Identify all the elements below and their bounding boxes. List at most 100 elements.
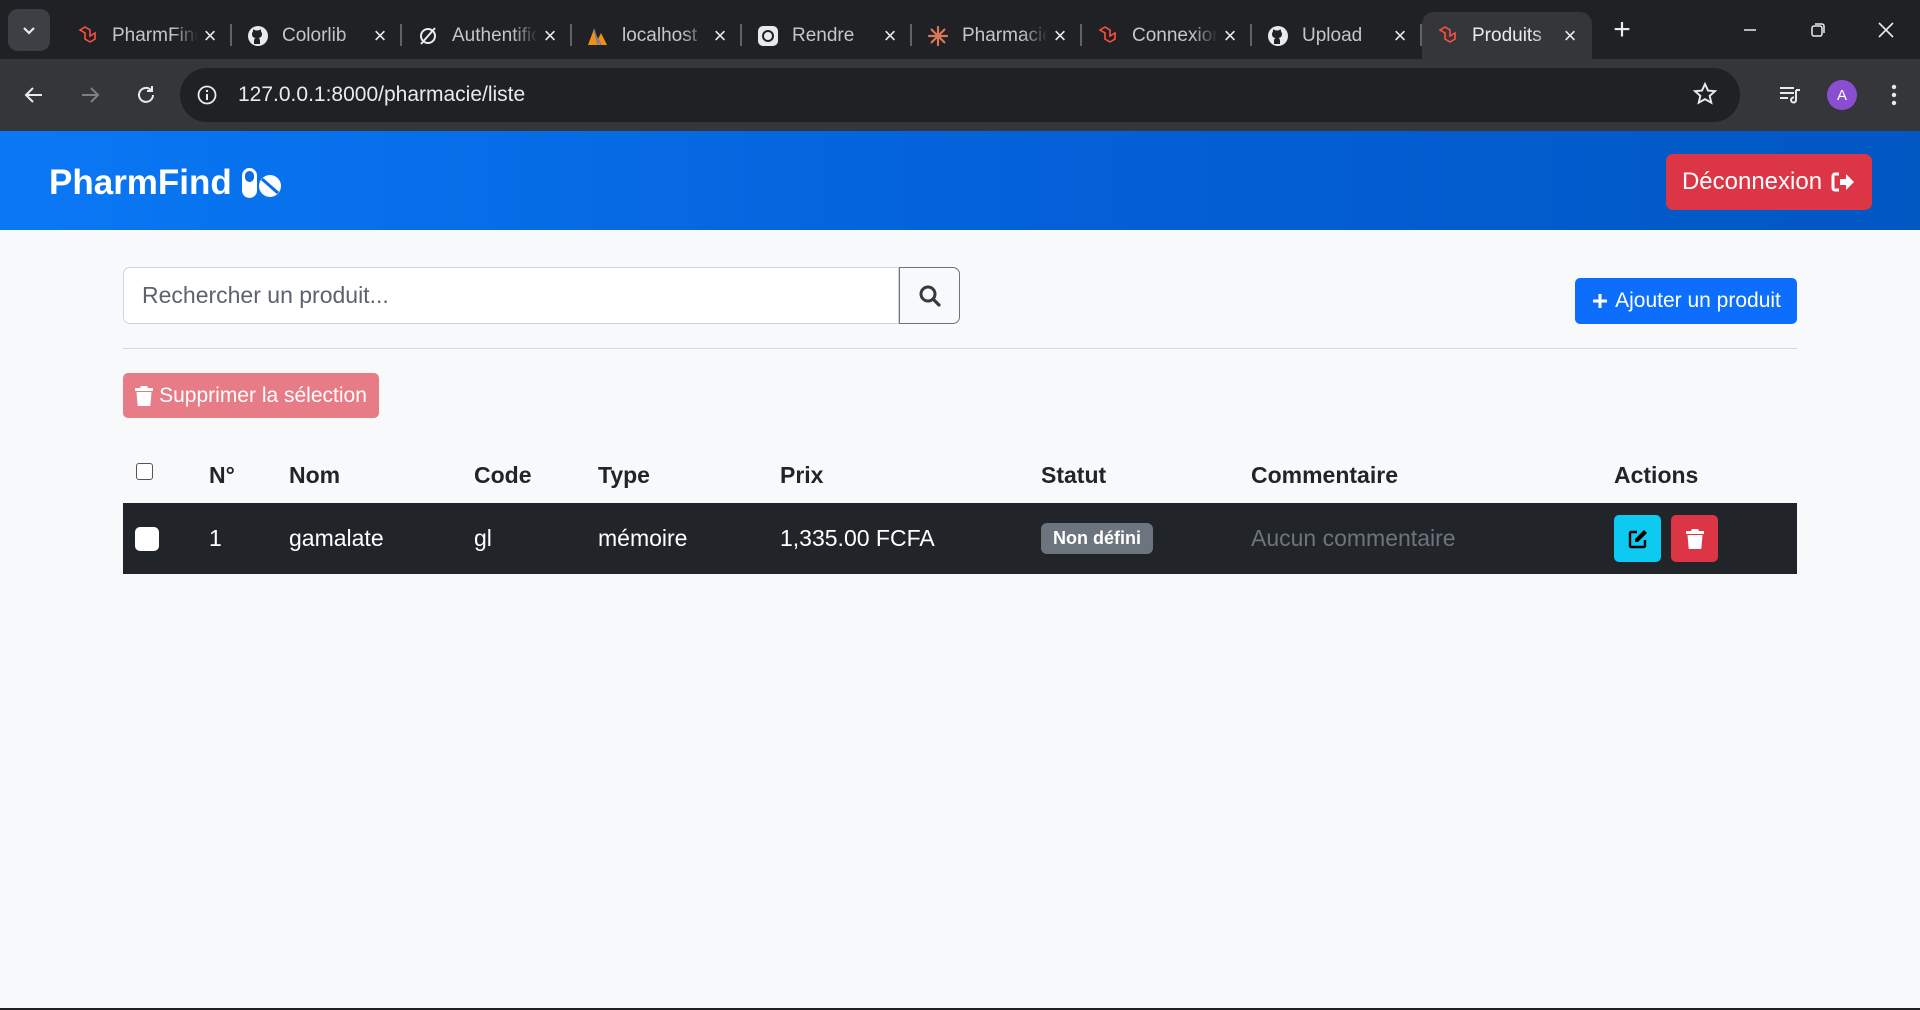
github-icon (1266, 24, 1290, 48)
close-icon[interactable]: × (198, 23, 222, 48)
pills-icon (241, 168, 281, 198)
search-group (123, 267, 960, 324)
tab-title: Colorlib (282, 24, 347, 46)
header-code: Code (474, 462, 532, 488)
row-type: mémoire (598, 525, 688, 551)
chevron-down-icon (23, 26, 35, 35)
tab-search-button[interactable] (8, 8, 50, 51)
search-input[interactable] (123, 267, 899, 324)
logout-label: Déconnexion (1681, 168, 1823, 195)
close-icon[interactable]: × (708, 23, 732, 48)
close-icon[interactable]: × (878, 23, 902, 48)
tab-title: Connexion (1132, 24, 1218, 46)
close-icon[interactable]: × (1388, 23, 1412, 48)
browser-tab[interactable]: localhost × (572, 12, 742, 59)
toolbar-right: A (1764, 59, 1920, 131)
row-actions (1614, 503, 1718, 574)
restore-icon (1811, 22, 1825, 37)
profile-button[interactable]: A (1816, 69, 1868, 121)
browser-tab[interactable]: Authentification × (402, 12, 572, 59)
close-icon[interactable]: × (1048, 23, 1072, 48)
header-num: N° (209, 462, 235, 488)
row-code: gl (474, 525, 492, 551)
close-icon[interactable]: × (368, 23, 392, 48)
logout-button[interactable]: Déconnexion (1666, 154, 1872, 210)
github-icon (246, 24, 270, 48)
header-name: Nom (289, 462, 341, 488)
row-checkbox[interactable] (135, 526, 159, 551)
arrow-right-icon (82, 87, 100, 103)
new-tab-button[interactable]: + (1602, 10, 1642, 50)
table-header: N° Nom Code Type Prix Statut Commentaire… (123, 446, 1797, 503)
row-price: 1,335.00 FCFA (780, 525, 935, 551)
avatar: A (1827, 80, 1857, 110)
address-bar[interactable]: 127.0.0.1:8000/pharmacie/liste (180, 68, 1740, 122)
status-badge: Non défini (1041, 523, 1153, 554)
browser-tab[interactable]: PharmFind × (62, 12, 232, 59)
header-type: Type (598, 462, 650, 488)
site-info-icon[interactable] (184, 72, 230, 118)
reload-button[interactable] (124, 73, 168, 117)
search-button[interactable] (899, 267, 960, 324)
window-controls (1716, 0, 1920, 59)
products-table: N° Nom Code Type Prix Statut Commentaire… (123, 446, 1797, 574)
kebab-menu-icon (1891, 84, 1897, 106)
back-button[interactable] (12, 73, 56, 117)
tab-title: Upload (1302, 24, 1363, 46)
media-control-icon[interactable] (1764, 69, 1816, 121)
close-icon (1878, 21, 1894, 38)
browser-toolbar: 127.0.0.1:8000/pharmacie/liste A (0, 59, 1920, 131)
row-num: 1 (209, 525, 222, 551)
browser-tab-strip: PharmFind × Colorlib × Authentification … (0, 0, 1920, 59)
browser-tab[interactable]: Connexion × (1082, 12, 1252, 59)
phpmyadmin-icon (586, 24, 610, 48)
leaf-icon (416, 24, 440, 48)
table-row: 1 gamalate gl mémoire 1,335.00 FCFA Non … (123, 503, 1797, 574)
tab-title: Rendre (792, 24, 855, 46)
trash-icon (1685, 528, 1704, 549)
laravel-icon (1436, 24, 1460, 48)
tab-list: PharmFind × Colorlib × Authentification … (62, 0, 1642, 59)
close-window-button[interactable] (1852, 0, 1920, 59)
add-product-button[interactable]: Ajouter un produit (1575, 278, 1797, 324)
tab-title: Produits (1472, 24, 1542, 46)
minimize-icon (1744, 28, 1756, 31)
claude-icon (926, 24, 950, 48)
delete-button[interactable] (1671, 515, 1718, 562)
menu-button[interactable] (1868, 69, 1920, 121)
browser-tab[interactable]: Pharmacie × (912, 12, 1082, 59)
laravel-icon (76, 24, 100, 48)
row-comment: Aucun commentaire (1251, 525, 1456, 551)
bookmark-star-icon[interactable] (1692, 81, 1718, 112)
restore-button[interactable] (1784, 0, 1852, 59)
row-name: gamalate (289, 525, 384, 551)
select-all-checkbox[interactable] (136, 463, 153, 480)
edit-icon (1628, 529, 1647, 548)
close-icon[interactable]: × (1218, 23, 1242, 48)
trash-icon (135, 385, 154, 406)
forward-button[interactable] (68, 73, 112, 117)
tab-title: PharmFind (112, 24, 198, 46)
sign-out-icon (1831, 172, 1855, 192)
reload-icon (138, 86, 154, 103)
header-status: Statut (1041, 462, 1107, 488)
close-icon[interactable]: × (1558, 23, 1582, 48)
tab-title: Authentification (452, 24, 538, 46)
delete-selection-button[interactable]: Supprimer la sélection (123, 373, 379, 418)
tab-title: Pharmacie (962, 24, 1048, 46)
edit-button[interactable] (1614, 515, 1661, 562)
brand[interactable]: PharmFind (49, 163, 282, 203)
header-price: Prix (780, 462, 824, 488)
close-icon[interactable]: × (538, 23, 562, 48)
browser-tab[interactable]: Upload × (1252, 12, 1422, 59)
plus-icon (1593, 294, 1608, 308)
minimize-button[interactable] (1716, 0, 1784, 59)
arrow-left-icon (24, 87, 42, 103)
browser-tab-active[interactable]: Produits × (1422, 12, 1592, 59)
header-comment: Commentaire (1251, 462, 1398, 488)
browser-tab[interactable]: Rendre × (742, 12, 912, 59)
divider (123, 348, 1797, 349)
tab-title: localhost (622, 24, 697, 46)
rendre-icon (756, 24, 780, 48)
browser-tab[interactable]: Colorlib × (232, 12, 402, 59)
